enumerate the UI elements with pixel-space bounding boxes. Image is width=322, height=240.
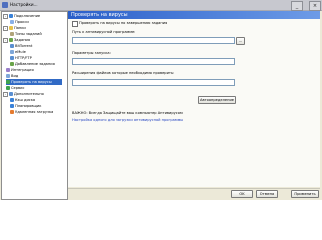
- cancel-button[interactable]: Отмена: [256, 190, 278, 198]
- browse-button[interactable]: ...: [236, 37, 245, 45]
- integration-icon: [6, 68, 10, 72]
- collapse-icon[interactable]: -: [3, 25, 8, 31]
- panel-header: Проверять на вирусы: [68, 11, 320, 19]
- title-bar: Настройки... _ ×: [0, 0, 322, 11]
- launch-params-input[interactable]: [72, 58, 235, 65]
- disk-cache-icon: [10, 98, 14, 102]
- launch-params-label: Параметры запуска:: [72, 51, 111, 55]
- antivirus-warning-text: ВАЖНО: Всегда Защищайте ваш компьютер Ан…: [72, 111, 183, 115]
- close-button[interactable]: ×: [309, 1, 321, 11]
- collapse-icon[interactable]: -: [3, 91, 8, 97]
- auto-detect-button[interactable]: Автоопределение: [198, 96, 236, 104]
- window-title: Настройки...: [10, 2, 38, 7]
- file-extensions-label: Расширения файлов которые необходимо про…: [72, 71, 175, 75]
- service-icon: [6, 86, 10, 90]
- panel-title: Проверять на вирусы: [71, 12, 128, 18]
- settings-tree: - Подключение Прокси - Папки Типы заданий …: [1, 11, 68, 200]
- more-icon: [9, 92, 13, 96]
- ok-button[interactable]: OK: [231, 190, 253, 198]
- file-extensions-input[interactable]: [72, 79, 235, 86]
- tree-item-remote-download[interactable]: Удаленная загрузка: [10, 109, 53, 115]
- antivirus-settings-link[interactable]: Настройка одного для загрузки антивирусн…: [72, 118, 183, 122]
- antivirus-path-input[interactable]: [72, 37, 235, 44]
- torrent-icon: [10, 44, 14, 48]
- scheduler-icon: [10, 104, 14, 108]
- add-task-icon: [10, 62, 14, 66]
- remote-download-icon: [10, 110, 14, 114]
- virus-check-checkbox[interactable]: [72, 21, 78, 27]
- apply-button[interactable]: Применить: [291, 190, 319, 198]
- list-icon: [10, 32, 14, 36]
- virus-check-icon: [6, 80, 10, 84]
- app-icon: [2, 2, 8, 8]
- proxy-icon: [10, 20, 14, 24]
- emule-icon: [10, 50, 14, 54]
- minimize-button[interactable]: _: [291, 1, 303, 11]
- task-icon: [9, 38, 13, 42]
- collapse-icon[interactable]: -: [3, 13, 8, 19]
- view-icon: [6, 74, 10, 78]
- footer-divider: [68, 188, 320, 189]
- settings-window: Настройки... _ × - Подключение Прокси - Па…: [0, 0, 322, 200]
- virus-check-label: Проверять на вирусы по завершению задани…: [79, 21, 168, 25]
- folder-icon: [9, 26, 13, 30]
- antivirus-path-label: Путь к антивирусной программе:: [72, 30, 136, 34]
- globe-icon: [9, 14, 13, 18]
- http-icon: [10, 56, 14, 60]
- collapse-icon[interactable]: -: [3, 37, 8, 43]
